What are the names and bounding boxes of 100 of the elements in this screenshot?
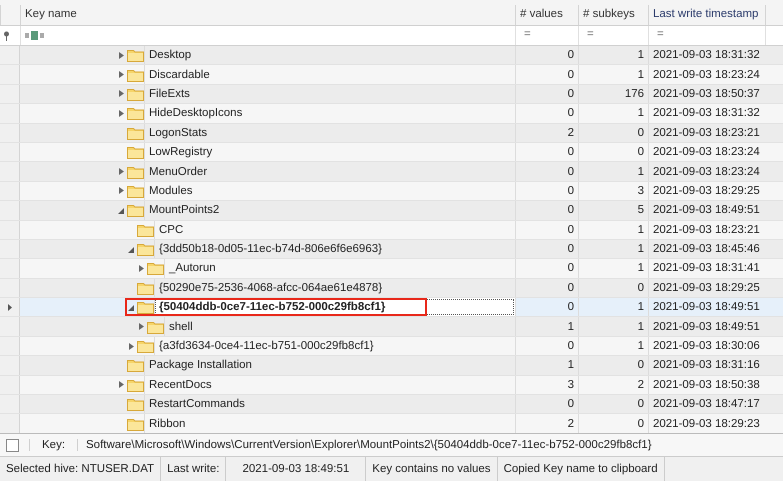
table-cell: 0 <box>515 65 578 84</box>
table-cell: 0 <box>515 240 578 258</box>
table-row[interactable]: FileExts 0 176 2021-09-03 18:50:37 <box>0 84 783 104</box>
table-cell: 2021-09-03 18:31:16 <box>648 356 765 375</box>
collapse-arrow-icon[interactable] <box>128 304 134 311</box>
expand-arrow-icon[interactable] <box>138 323 144 330</box>
status-text: Key contains no values <box>366 457 498 481</box>
folder-icon <box>137 280 154 295</box>
table-row[interactable]: RestartCommands 0 0 2021-09-03 18:47:17 <box>0 395 783 414</box>
table-row[interactable]: MenuOrder 0 1 2021-09-03 18:23:24 <box>0 162 783 182</box>
collapse-arrow-icon[interactable] <box>128 246 134 253</box>
table-cell: 2021-09-03 18:49:51 <box>648 317 765 336</box>
pin-icon[interactable] <box>3 30 10 40</box>
table-row[interactable]: {50404ddb-0ce7-11ec-b752-000c29fb8cf1} 0 1 2021-09-03 18:49:51 <box>0 298 783 318</box>
table-cell: 0 <box>515 278 578 298</box>
table-cell: 3 <box>515 376 578 394</box>
folder-icon <box>127 203 144 218</box>
table-cell: 2021-09-03 18:31:41 <box>648 259 765 278</box>
folder-icon <box>127 86 144 101</box>
row-indicator-icon <box>8 304 12 311</box>
table-cell: 2021-09-03 18:23:21 <box>648 220 765 239</box>
text-filter-icon[interactable] <box>25 31 45 40</box>
expand-arrow-icon[interactable] <box>118 381 124 388</box>
key-name: Desktop <box>144 46 515 64</box>
key-name: LogonStats <box>144 124 515 142</box>
table-cell: 1 <box>578 336 648 356</box>
table-cell: 2021-09-03 18:47:17 <box>648 395 765 414</box>
table-row[interactable]: shell 1 1 2021-09-03 18:49:51 <box>0 317 783 337</box>
folder-icon <box>147 261 164 276</box>
expand-arrow-icon[interactable] <box>118 52 124 59</box>
status-text: 2021-09-03 18:49:51 <box>226 457 366 481</box>
filter-operator[interactable]: = <box>515 26 578 45</box>
table-cell: 1 <box>578 298 648 316</box>
table-cell: 2021-09-03 18:23:24 <box>648 65 765 84</box>
filter-operator[interactable]: = <box>578 26 648 45</box>
table-row[interactable]: {50290e75-2536-4068-afcc-064ae61e4878} 0 0 2021-09-03 18:29:25 <box>0 278 783 298</box>
table-cell: 0 <box>515 220 578 239</box>
table-row[interactable]: LowRegistry 0 0 2021-09-03 18:23:24 <box>0 142 783 162</box>
filter-operator[interactable]: = <box>648 26 765 45</box>
table-cell: 1 <box>578 104 648 123</box>
table-row[interactable]: {a3fd3634-0ce4-11ec-b751-000c29fb8cf1} 0 1 2021-09-03 18:30:06 <box>0 336 783 356</box>
checkbox[interactable] <box>6 438 19 452</box>
status-text: Last write: <box>161 457 226 481</box>
column-header[interactable]: Key name <box>20 5 515 25</box>
folder-icon <box>127 378 144 392</box>
table-cell: 1 <box>578 259 648 278</box>
key-name: FileExts <box>144 84 515 104</box>
table-cell: 2021-09-03 18:31:32 <box>648 104 765 123</box>
key-name: {50290e75-2536-4068-afcc-064ae61e4878} <box>154 278 515 298</box>
table-row[interactable]: Discardable 0 1 2021-09-03 18:23:24 <box>0 65 783 85</box>
key-name: MenuOrder <box>144 162 515 181</box>
key-label: Key: <box>29 439 78 451</box>
table-cell: 2021-09-03 18:31:32 <box>648 46 765 64</box>
table-cell: 2021-09-03 18:29:25 <box>648 278 765 298</box>
column-header[interactable]: # subkeys <box>578 5 648 25</box>
key-name: {a3fd3634-0ce4-11ec-b751-000c29fb8cf1} <box>154 336 515 356</box>
expand-arrow-icon[interactable] <box>118 110 124 117</box>
folder-icon <box>127 358 144 372</box>
table-row[interactable]: RecentDocs 3 2 2021-09-03 18:50:38 <box>0 376 783 396</box>
table-row[interactable]: LogonStats 2 0 2021-09-03 18:23:21 <box>0 124 783 143</box>
table-row[interactable]: HideDesktopIcons 0 1 2021-09-03 18:31:32 <box>0 104 783 124</box>
key-path: Software\Microsoft\Windows\CurrentVersion\Explorer\MountPoints2\{50404ddb-0ce7-11ec-b752-000c29fb8cf1} <box>77 439 660 451</box>
key-name: RestartCommands <box>144 395 515 414</box>
table-cell: 176 <box>578 84 648 104</box>
table-cell: 0 <box>515 395 578 414</box>
key-name: MountPoints2 <box>144 201 515 220</box>
expand-arrow-icon[interactable] <box>118 90 124 98</box>
folder-icon <box>147 320 164 334</box>
table-row[interactable]: {3dd50b18-0d05-11ec-b74d-806e6f6e6963} 0 1 2021-09-03 18:45:46 <box>0 240 783 260</box>
table-row[interactable]: Desktop 0 1 2021-09-03 18:31:32 <box>0 46 783 66</box>
folder-icon <box>137 242 154 256</box>
table-row[interactable]: MountPoints2 0 5 2021-09-03 18:49:51 <box>0 201 783 221</box>
table-cell: 0 <box>515 201 578 220</box>
table-cell: 0 <box>578 395 648 414</box>
table-cell: 0 <box>515 104 578 123</box>
column-header[interactable]: # values <box>515 5 578 25</box>
expand-arrow-icon[interactable] <box>118 187 124 194</box>
key-name: CPC <box>154 220 515 239</box>
table-cell: 2021-09-03 18:50:37 <box>648 84 765 104</box>
key-name: {3dd50b18-0d05-11ec-b74d-806e6f6e6963} <box>154 240 515 258</box>
key-name: HideDesktopIcons <box>144 104 515 123</box>
collapse-arrow-icon[interactable] <box>118 206 124 214</box>
expand-arrow-icon[interactable] <box>138 264 144 272</box>
column-header[interactable]: Last write timestamp <box>648 5 765 25</box>
table-cell: 2021-09-03 18:50:38 <box>648 376 765 394</box>
folder-icon <box>137 300 154 314</box>
expand-arrow-icon[interactable] <box>128 342 134 350</box>
table-cell: 1 <box>515 356 578 375</box>
folder-icon <box>127 68 144 82</box>
table-cell: 0 <box>578 278 648 298</box>
folder-icon <box>127 48 144 62</box>
table-row[interactable]: Modules 0 3 2021-09-03 18:29:25 <box>0 182 783 202</box>
table-cell: 1 <box>578 220 648 239</box>
table-row[interactable]: CPC 0 1 2021-09-03 18:23:21 <box>0 220 783 240</box>
table-row[interactable]: Package Installation 1 0 2021-09-03 18:31:16 <box>0 356 783 376</box>
folder-icon <box>127 184 144 198</box>
expand-arrow-icon[interactable] <box>118 71 124 78</box>
table-row[interactable]: Ribbon 2 0 2021-09-03 18:29:23 <box>0 414 783 433</box>
expand-arrow-icon[interactable] <box>118 168 124 176</box>
table-row[interactable]: _Autorun 0 1 2021-09-03 18:31:41 <box>0 259 783 279</box>
